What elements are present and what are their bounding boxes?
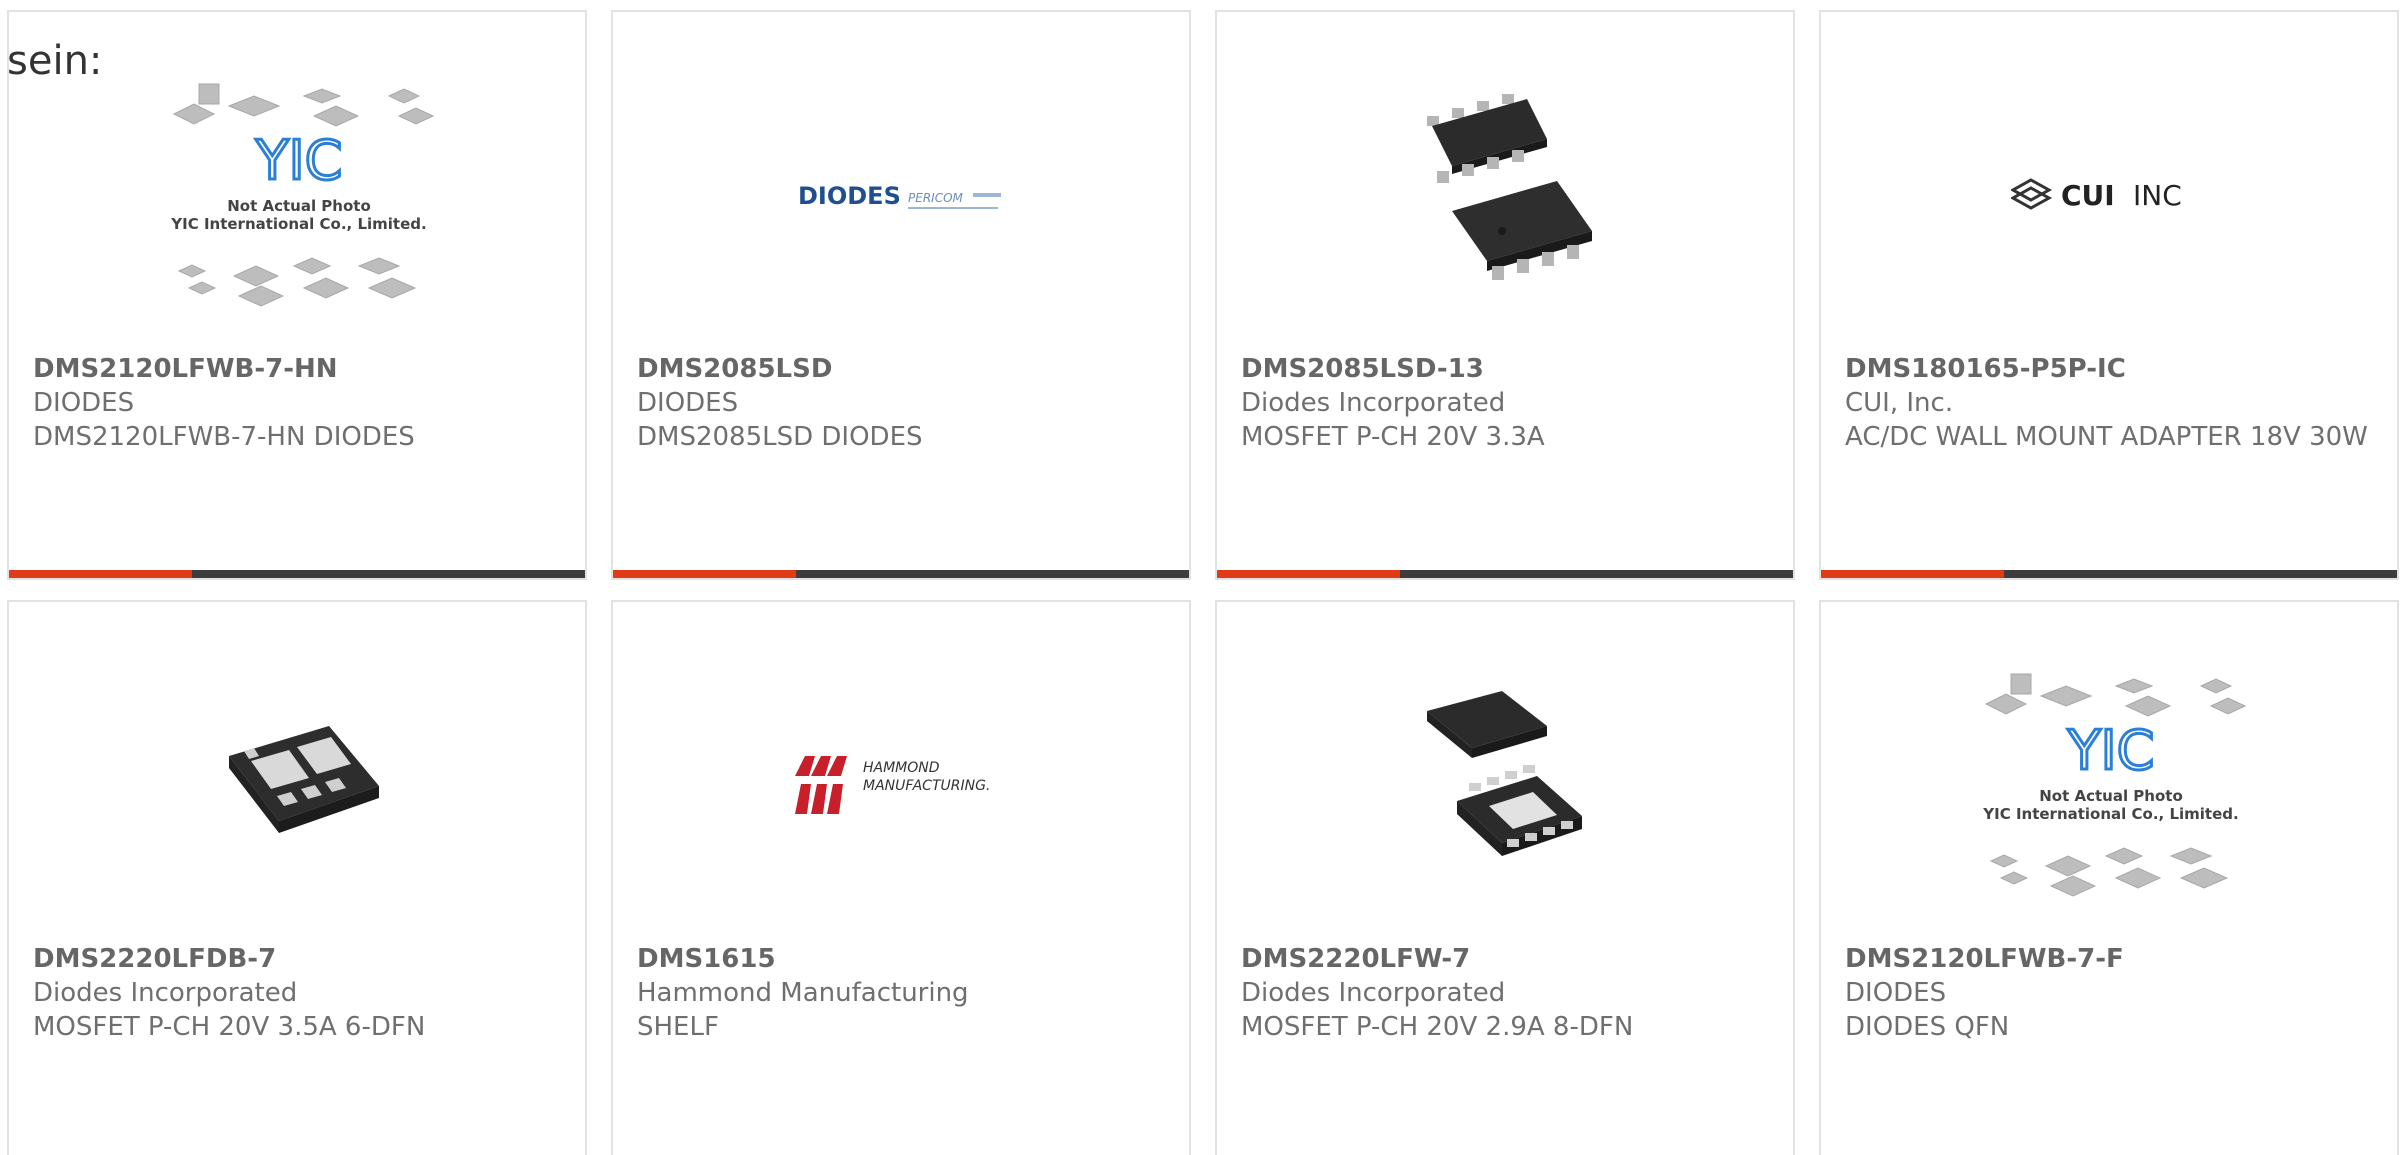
manufacturer: Diodes Incorporated bbox=[33, 978, 298, 1008]
product-card[interactable]: CUI INC DMS180165-P5P-IC CUI, Inc. AC/DC… bbox=[1819, 10, 2399, 580]
description: MOSFET P-CH 20V 3.5A 6-DFN bbox=[33, 1012, 426, 1042]
svg-text:Not Actual Photo: Not Actual Photo bbox=[2039, 787, 2183, 805]
part-number[interactable]: DMS2220LFDB-7 bbox=[33, 942, 567, 976]
intro-text: sein: bbox=[7, 38, 103, 84]
manufacturer: Diodes Incorporated bbox=[1241, 978, 1506, 1008]
description: DMS2085LSD DIODES bbox=[637, 422, 923, 452]
soic-chip-icon bbox=[1427, 94, 1592, 280]
product-image bbox=[49, 636, 549, 936]
product-card[interactable]: DIODES PERICOM DMS2085LSD DIODES DMS2085… bbox=[611, 10, 1191, 580]
manufacturer: DIODES bbox=[637, 388, 739, 418]
description: MOSFET P-CH 20V 3.3A bbox=[1241, 422, 1545, 452]
accent-bar bbox=[9, 570, 585, 578]
description: DIODES QFN bbox=[1845, 1012, 2010, 1042]
part-number[interactable]: DMS2120LFWB-7-HN bbox=[33, 352, 567, 386]
product-image: YIC Not Actual Photo YIC International C… bbox=[49, 46, 549, 346]
svg-text:Not Actual Photo: Not Actual Photo bbox=[227, 197, 371, 215]
part-number[interactable]: DMS2120LFWB-7-F bbox=[1845, 942, 2379, 976]
part-number[interactable]: DMS1615 bbox=[637, 942, 1171, 976]
product-card[interactable]: DMS2220LFDB-7 Diodes Incorporated MOSFET… bbox=[7, 600, 587, 1155]
product-card[interactable]: YIC Not Actual Photo YIC International C… bbox=[7, 10, 587, 580]
part-number[interactable]: DMS2220LFW-7 bbox=[1241, 942, 1775, 976]
svg-text:CUI: CUI bbox=[2061, 179, 2115, 212]
svg-text:DIODES: DIODES bbox=[798, 182, 901, 210]
description: MOSFET P-CH 20V 2.9A 8-DFN bbox=[1241, 1012, 1634, 1042]
manufacturer: Hammond Manufacturing bbox=[637, 978, 969, 1008]
svg-text:PERICOM: PERICOM bbox=[908, 191, 964, 205]
svg-text:YIC International Co., Limited: YIC International Co., Limited. bbox=[1982, 805, 2238, 823]
product-card[interactable]: DMS2220LFW-7 Diodes Incorporated MOSFET … bbox=[1215, 600, 1795, 1155]
manufacturer: DIODES bbox=[33, 388, 135, 418]
product-card[interactable]: HAMMOND MANUFACTURING. DMS1615 Hammond M… bbox=[611, 600, 1191, 1155]
manufacturer: Diodes Incorporated bbox=[1241, 388, 1506, 418]
product-image bbox=[1257, 636, 1757, 936]
svg-text:YIC: YIC bbox=[2067, 719, 2155, 782]
product-image: YIC Not Actual Photo YIC International C… bbox=[1861, 636, 2361, 936]
part-number[interactable]: DMS2085LSD bbox=[637, 352, 1171, 386]
accent-bar bbox=[613, 570, 1189, 578]
dfn-chip-icon bbox=[1427, 691, 1582, 856]
cui-logo-icon: CUI INC bbox=[2011, 174, 2211, 218]
svg-text:HAMMOND: HAMMOND bbox=[863, 760, 940, 776]
product-card[interactable]: YIC Not Actual Photo YIC International C… bbox=[1819, 600, 2399, 1155]
diodes-logo-icon: DIODES PERICOM bbox=[798, 176, 1008, 216]
product-image: HAMMOND MANUFACTURING. bbox=[653, 636, 1153, 936]
description: DMS2120LFWB-7-HN DIODES bbox=[33, 422, 415, 452]
description: AC/DC WALL MOUNT ADAPTER 18V 30W bbox=[1845, 422, 2368, 452]
part-number[interactable]: DMS2085LSD-13 bbox=[1241, 352, 1775, 386]
product-image bbox=[1257, 46, 1757, 346]
accent-bar bbox=[1217, 570, 1793, 578]
product-image: CUI INC bbox=[1861, 46, 2361, 346]
svg-text:INC: INC bbox=[2133, 179, 2182, 212]
manufacturer: DIODES bbox=[1845, 978, 1947, 1008]
placeholder-chips-icon: YIC Not Actual Photo YIC International C… bbox=[1982, 673, 2246, 897]
svg-text:MANUFACTURING.: MANUFACTURING. bbox=[863, 778, 990, 794]
description: SHELF bbox=[637, 1012, 719, 1042]
placeholder-chips-icon: YIC Not Actual Photo YIC International C… bbox=[170, 83, 434, 307]
accent-bar bbox=[1821, 570, 2397, 578]
dfn-chip-icon bbox=[229, 726, 379, 833]
manufacturer: CUI, Inc. bbox=[1845, 388, 1954, 418]
svg-text:YIC: YIC bbox=[255, 129, 343, 192]
product-image: DIODES PERICOM bbox=[653, 46, 1153, 346]
part-number[interactable]: DMS180165-P5P-IC bbox=[1845, 352, 2379, 386]
hammond-logo-icon: HAMMOND MANUFACTURING. bbox=[793, 746, 1013, 826]
svg-text:YIC International Co., Limited: YIC International Co., Limited. bbox=[170, 215, 426, 233]
product-card[interactable]: DMS2085LSD-13 Diodes Incorporated MOSFET… bbox=[1215, 10, 1795, 580]
